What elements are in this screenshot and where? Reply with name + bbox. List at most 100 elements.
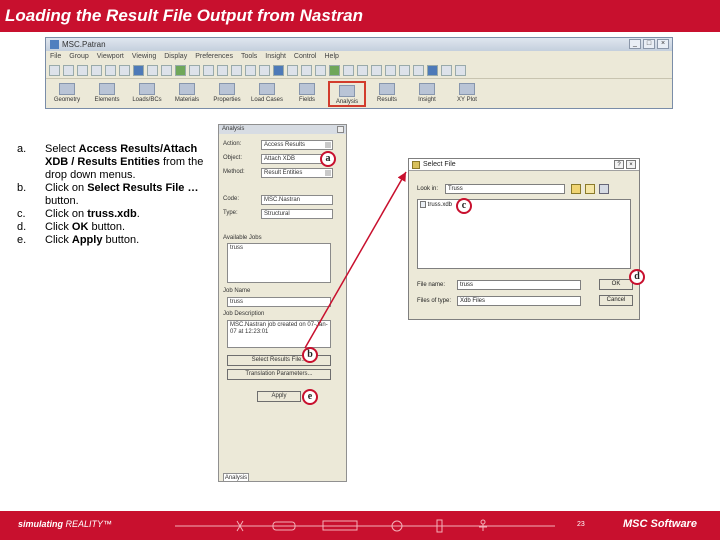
- copy-icon[interactable]: [105, 64, 116, 76]
- menu-viewing[interactable]: Viewing: [132, 51, 156, 62]
- up-folder-icon[interactable]: [571, 184, 581, 194]
- new-file-icon[interactable]: [49, 64, 60, 76]
- rotate-icon[interactable]: [189, 64, 200, 76]
- step-text-run: Click on: [45, 208, 88, 220]
- type-label: Type:: [223, 210, 238, 216]
- app-button-analysis[interactable]: Analysis: [328, 81, 366, 107]
- job-name-input[interactable]: truss: [227, 297, 331, 307]
- patran-window: MSC.Patran _ □ × File Group Viewport Vie…: [45, 37, 673, 109]
- callout-d: d: [629, 269, 645, 285]
- analysis-tab[interactable]: Analysis: [223, 473, 249, 482]
- tagline-bold: simulating: [18, 519, 64, 529]
- insight-icon: [419, 83, 435, 95]
- app-button-xy-plot[interactable]: XY Plot: [448, 81, 486, 107]
- menu-tools[interactable]: Tools: [241, 51, 257, 62]
- front-view-icon[interactable]: [273, 64, 284, 76]
- smooth-shade-icon[interactable]: [371, 64, 382, 76]
- app-label: Analysis: [335, 99, 359, 105]
- show-labels-icon[interactable]: [413, 64, 424, 76]
- maximize-button[interactable]: □: [643, 39, 655, 49]
- stop-icon[interactable]: [133, 64, 144, 76]
- label-icon[interactable]: [385, 64, 396, 76]
- close-icon[interactable]: ×: [626, 160, 636, 169]
- type-value: Structural: [261, 209, 333, 219]
- file-name-input[interactable]: truss: [457, 280, 581, 290]
- menu-viewport[interactable]: Viewport: [97, 51, 124, 62]
- app-button-elements[interactable]: Elements: [88, 81, 126, 107]
- app-label: XY Plot: [457, 97, 477, 103]
- plot-erase-icon[interactable]: [441, 64, 452, 76]
- pan-icon[interactable]: [203, 64, 214, 76]
- code-row: Code: MSC.Nastran: [223, 195, 343, 205]
- help-icon[interactable]: ?: [614, 160, 624, 169]
- hidden-line-icon[interactable]: [357, 64, 368, 76]
- menu-control[interactable]: Control: [294, 51, 317, 62]
- app-label: Results: [376, 97, 397, 103]
- top-view-icon[interactable]: [287, 64, 298, 76]
- fit-view-icon[interactable]: [259, 64, 270, 76]
- available-jobs-list[interactable]: truss: [227, 243, 331, 283]
- step-text: Click Apply button.: [45, 234, 217, 247]
- refresh-icon[interactable]: [147, 64, 158, 76]
- app-button-loads-bcs[interactable]: Loads/BCs: [128, 81, 166, 107]
- look-in-dropdown[interactable]: Truss: [445, 184, 565, 194]
- menu-display[interactable]: Display: [164, 51, 187, 62]
- app-button-geometry[interactable]: Geometry: [48, 81, 86, 107]
- translation-parameters-button[interactable]: Translation Parameters...: [227, 369, 331, 380]
- file-list[interactable]: truss.xdb: [417, 199, 631, 269]
- app-button-insight[interactable]: Insight: [408, 81, 446, 107]
- job-description-input[interactable]: MSC.Nastran job created on 07-Jan-07 at …: [227, 320, 331, 348]
- undo-icon[interactable]: [119, 64, 130, 76]
- folder-icon: [412, 161, 420, 169]
- view-menu-icon[interactable]: [599, 184, 609, 194]
- app-button-results[interactable]: Results: [368, 81, 406, 107]
- app-button-materials[interactable]: Materials: [168, 81, 206, 107]
- cancel-button[interactable]: Cancel: [599, 295, 633, 306]
- close-button[interactable]: ×: [657, 39, 669, 49]
- show-icon[interactable]: [455, 64, 466, 76]
- save-icon[interactable]: [77, 64, 88, 76]
- new-folder-icon[interactable]: [585, 184, 595, 194]
- file-name-label: File name:: [417, 282, 446, 288]
- zoom-icon[interactable]: [217, 64, 228, 76]
- menu-preferences[interactable]: Preferences: [195, 51, 233, 62]
- menu-file[interactable]: File: [50, 51, 61, 62]
- node-size-icon[interactable]: [399, 64, 410, 76]
- apply-button[interactable]: Apply: [257, 391, 301, 402]
- zoom-in-icon[interactable]: [231, 64, 242, 76]
- iso-view-icon[interactable]: [315, 64, 326, 76]
- wireframe-icon[interactable]: [343, 64, 354, 76]
- list-item[interactable]: truss.xdb: [420, 200, 630, 210]
- menu-insight[interactable]: Insight: [265, 51, 286, 62]
- print-icon[interactable]: [91, 64, 102, 76]
- action-dropdown[interactable]: Access Results: [261, 140, 333, 150]
- look-in-label: Look in:: [417, 186, 439, 192]
- xy-plot-icon: [459, 83, 475, 95]
- open-file-icon[interactable]: [63, 64, 74, 76]
- method-dropdown[interactable]: Result Entities: [261, 168, 333, 178]
- app-button-load-cases[interactable]: Load Cases: [248, 81, 286, 107]
- list-item[interactable]: truss: [230, 245, 328, 251]
- analysis-title-text: Analysis: [222, 126, 245, 132]
- close-icon[interactable]: [337, 126, 344, 133]
- load-cases-icon: [259, 83, 275, 95]
- ok-button[interactable]: OK: [599, 279, 633, 290]
- patran-toolbar: [46, 62, 672, 79]
- color-icon[interactable]: [427, 64, 438, 76]
- step-text: Click OK button.: [45, 221, 217, 234]
- menu-group[interactable]: Group: [69, 51, 88, 62]
- file-icon: [420, 200, 426, 208]
- menu-help[interactable]: Help: [325, 51, 339, 62]
- slide: Loading the Result File Output from Nast…: [0, 0, 720, 540]
- side-view-icon[interactable]: [301, 64, 312, 76]
- shaded-icon[interactable]: [329, 64, 340, 76]
- zoom-out-icon[interactable]: [245, 64, 256, 76]
- minimize-button[interactable]: _: [629, 39, 641, 49]
- files-of-type-dropdown[interactable]: Xdb Files: [457, 296, 581, 306]
- reset-graphics-icon[interactable]: [161, 64, 172, 76]
- pick-icon[interactable]: [175, 64, 186, 76]
- app-button-fields[interactable]: Fields: [288, 81, 326, 107]
- callout-e: e: [302, 389, 318, 405]
- app-button-properties[interactable]: Properties: [208, 81, 246, 107]
- instruction-step: b. Click on Select Results File … button.: [17, 182, 217, 208]
